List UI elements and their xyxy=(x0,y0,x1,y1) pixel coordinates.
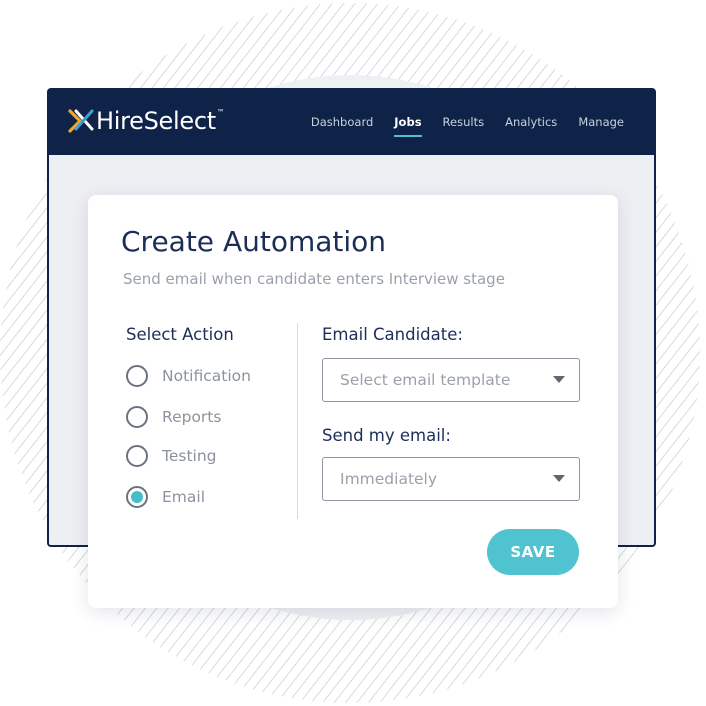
radio-notification[interactable] xyxy=(126,365,148,387)
action-option-notification[interactable]: Notification xyxy=(126,365,251,387)
x-mark-logo-icon xyxy=(68,109,94,133)
nav-jobs[interactable]: Jobs xyxy=(394,115,422,137)
brand-name: HireSelect xyxy=(96,107,216,135)
action-option-email[interactable]: Email xyxy=(126,486,205,508)
nav-analytics[interactable]: Analytics xyxy=(505,115,557,133)
save-button[interactable]: SAVE xyxy=(487,529,579,575)
main-nav: Dashboard Jobs Results Analytics Manage xyxy=(290,115,624,137)
email-template-value: Select email template xyxy=(340,371,511,389)
email-candidate-label: Email Candidate: xyxy=(322,325,463,344)
action-option-testing[interactable]: Testing xyxy=(126,445,217,467)
radio-testing[interactable] xyxy=(126,445,148,467)
send-email-label: Send my email: xyxy=(322,426,451,445)
create-automation-dialog: Create Automation Send email when candid… xyxy=(88,195,618,608)
radio-label: Reports xyxy=(162,408,222,426)
caret-down-icon xyxy=(553,475,565,482)
radio-label: Testing xyxy=(162,447,217,465)
radio-reports[interactable] xyxy=(126,406,148,428)
send-timing-value: Immediately xyxy=(340,470,438,488)
dialog-subtitle: Send email when candidate enters Intervi… xyxy=(123,270,505,288)
action-option-reports[interactable]: Reports xyxy=(126,406,221,428)
nav-manage[interactable]: Manage xyxy=(578,115,624,133)
column-divider xyxy=(297,323,298,519)
send-timing-select[interactable]: Immediately xyxy=(322,457,580,501)
email-template-select[interactable]: Select email template xyxy=(322,358,580,402)
top-navbar: HireSelect ™ Dashboard Jobs Results Anal… xyxy=(49,90,654,155)
nav-results[interactable]: Results xyxy=(443,115,485,133)
brand-logo[interactable]: HireSelect ™ xyxy=(67,106,225,136)
radio-label: Email xyxy=(162,488,206,506)
caret-down-icon xyxy=(553,376,565,383)
nav-dashboard[interactable]: Dashboard xyxy=(311,115,373,133)
trademark-symbol: ™ xyxy=(216,108,225,117)
radio-label: Notification xyxy=(162,367,251,385)
select-action-heading: Select Action xyxy=(126,325,234,344)
radio-email[interactable] xyxy=(126,486,148,508)
dialog-title: Create Automation xyxy=(121,225,387,258)
